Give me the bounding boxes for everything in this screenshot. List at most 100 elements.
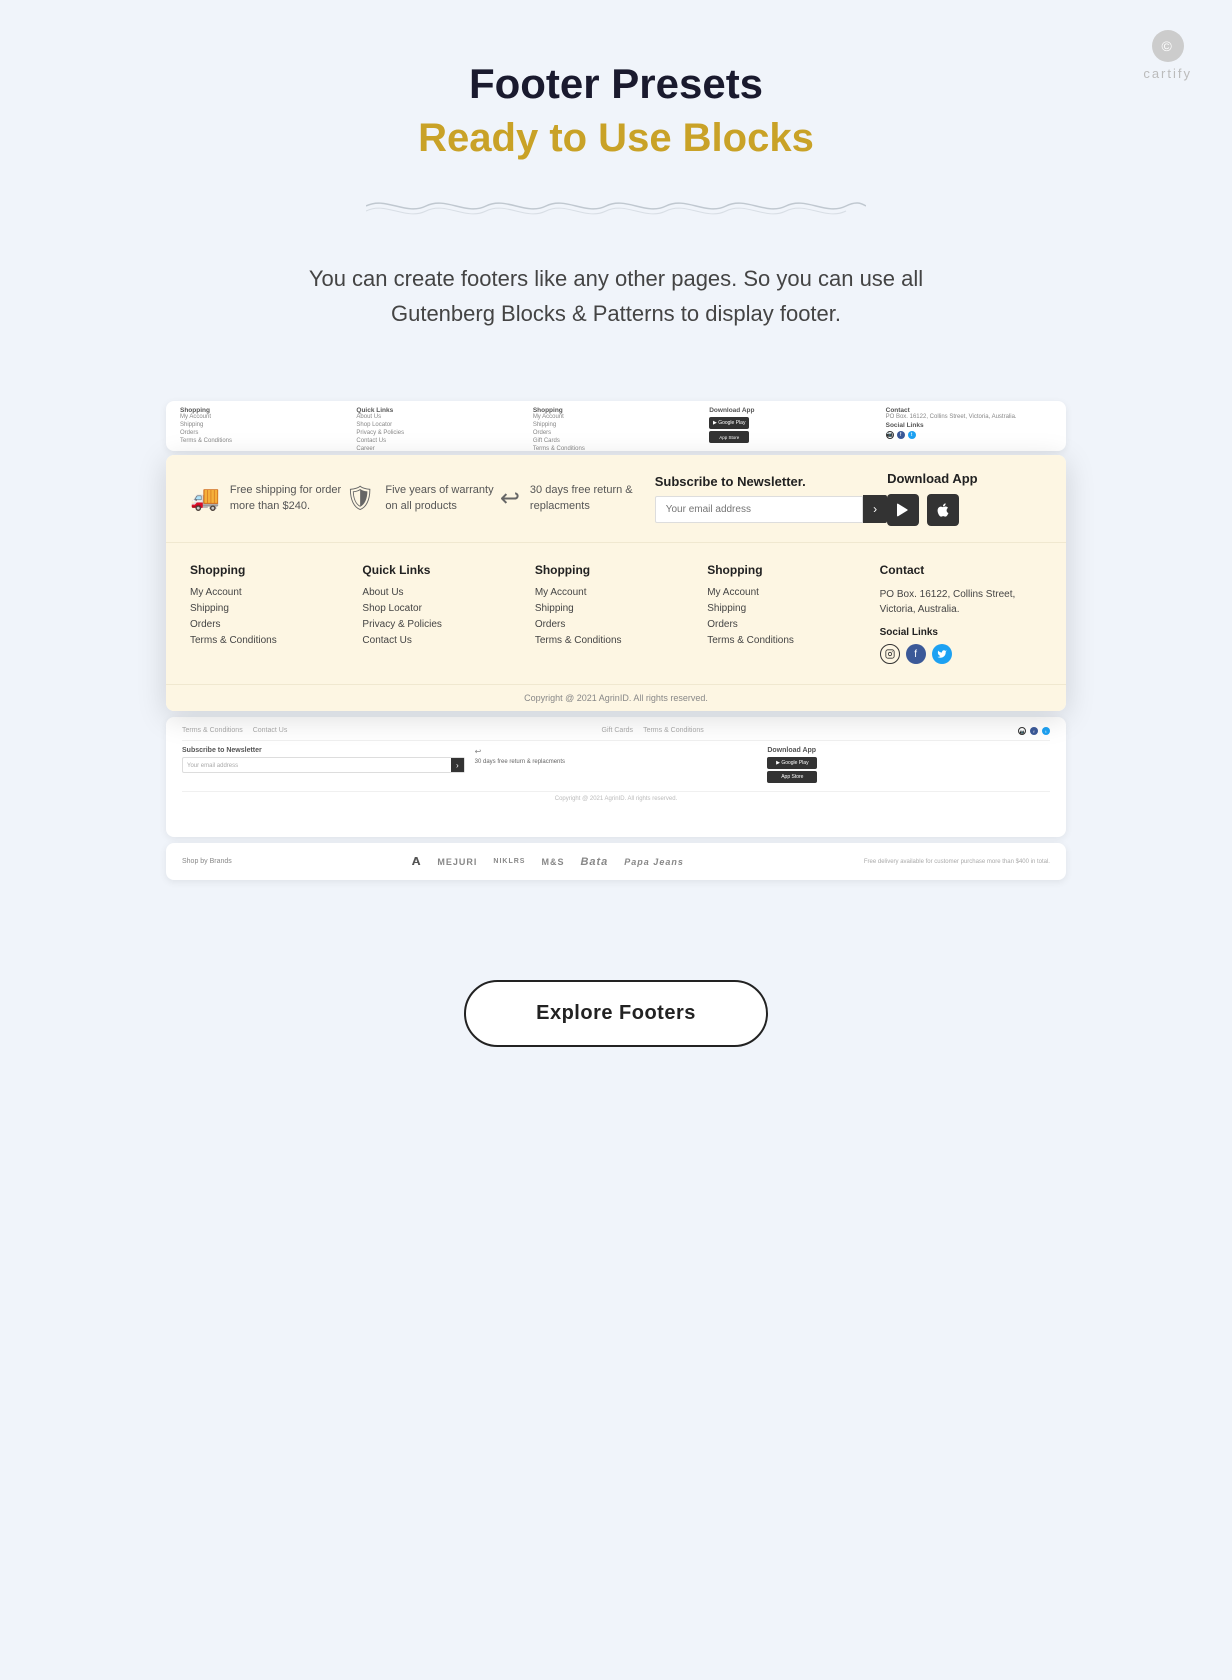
shipping-icon: 🚚 [190, 484, 220, 513]
newsletter-submit-btn[interactable]: › [863, 495, 887, 523]
benefit-return-text: 30 days free return & replacments [530, 483, 655, 514]
link-orders-2[interactable]: Orders [535, 619, 697, 630]
ios-badge[interactable] [927, 494, 959, 526]
mini-col-2: Quick Links About Us Shop Locator Privac… [356, 407, 522, 451]
warranty-icon: 🛡 [345, 484, 375, 513]
bottom-app-store-text: App Store [781, 774, 803, 780]
col-title-shopping-1: Shopping [190, 563, 352, 577]
mini-col-title-4: Download App [709, 407, 754, 414]
newsletter-label: Subscribe to Newsletter. [655, 474, 887, 489]
link-contact-us[interactable]: Contact Us [362, 635, 524, 646]
instagram-icon-mini: 📷 [886, 431, 894, 439]
twitter-icon[interactable] [932, 644, 952, 664]
mini-col-4: Download App ▶ Google Play App Store [709, 407, 875, 443]
explore-footers-button[interactable]: Explore Footers [464, 980, 768, 1047]
mini-col-title-2: Quick Links [356, 407, 393, 414]
shop-by-brands-label: Shop by Brands [182, 858, 232, 865]
mini-link-5: About Us [356, 414, 522, 420]
link-terms-3[interactable]: Terms & Conditions [707, 635, 869, 646]
col-title-contact: Contact [880, 563, 1042, 577]
bottom-return-icon: ↩ [475, 747, 758, 756]
footer-col-shopping-2: Shopping My Account Shipping Orders Term… [535, 563, 697, 664]
mini-col-5: Contact PO Box. 16122, Collins Street, V… [886, 407, 1052, 439]
mini-col-title-5: Contact [886, 407, 910, 414]
mini-link-9: Career [356, 446, 522, 451]
wave-divider [366, 191, 866, 221]
bottom-instagram: 📷 [1018, 727, 1026, 735]
return-icon: ↩ [500, 484, 520, 513]
benefit-return: ↩ 30 days free return & replacments [500, 483, 655, 514]
bottom-google-play-badge[interactable]: ▶ Google Play [767, 757, 817, 769]
link-my-account-2[interactable]: My Account [535, 587, 697, 598]
mini-link-14: Terms & Conditions [533, 446, 699, 451]
mini-col-3: Shopping My Account Shipping Orders Gift… [533, 407, 699, 451]
bottom-card-terms: Terms & Conditions [182, 727, 243, 735]
mini-link-6: Shop Locator [356, 422, 522, 428]
footer-col-quick-links: Quick Links About Us Shop Locator Privac… [362, 563, 524, 664]
brand-bata: Bata [580, 856, 608, 868]
link-shipping-3[interactable]: Shipping [707, 603, 869, 614]
mini-link-13: Gift Cards [533, 438, 699, 444]
bottom-card-social-icons: 📷 f t [1018, 727, 1050, 735]
bottom-facebook: f [1030, 727, 1038, 735]
link-shop-locator[interactable]: Shop Locator [362, 603, 524, 614]
bottom-return-text: 30 days free return & replacments [475, 759, 758, 765]
col-title-quick-links: Quick Links [362, 563, 524, 577]
link-terms-2[interactable]: Terms & Conditions [535, 635, 697, 646]
col-title-shopping-3: Shopping [707, 563, 869, 577]
newsletter-input-row[interactable]: › [655, 495, 887, 523]
facebook-icon[interactable]: f [906, 644, 926, 664]
mini-link-8: Contact Us [356, 438, 522, 444]
mini-link-11: Shipping [533, 422, 699, 428]
bottom-preview-card: Terms & Conditions Contact Us Gift Cards… [166, 717, 1066, 837]
footer-links-section: Shopping My Account Shipping Orders Term… [166, 543, 1066, 684]
copyright-bar: Copyright @ 2021 AgrinID. All rights res… [166, 684, 1066, 711]
preview-container: Shopping My Account Shipping Orders Term… [166, 401, 1066, 880]
col-title-shopping-2: Shopping [535, 563, 697, 577]
benefit-warranty-text: Five years of warranty on all products [385, 483, 499, 514]
link-shipping-2[interactable]: Shipping [535, 603, 697, 614]
mini-link-7: Privacy & Policies [356, 430, 522, 436]
benefit-shipping-text: Free shipping for order more than $240. [230, 483, 345, 514]
footer-col-shopping-1: Shopping My Account Shipping Orders Term… [190, 563, 352, 664]
benefits-bar: 🚚 Free shipping for order more than $240… [166, 455, 1066, 543]
link-my-account-1[interactable]: My Account [190, 587, 352, 598]
footer-col-contact: Contact PO Box. 16122, Collins Street, V… [880, 563, 1042, 664]
app-store-badge-small: App Store [719, 435, 739, 440]
brand-niklrs: NIKLRS [493, 858, 525, 865]
description: You can create footers like any other pa… [276, 261, 956, 331]
android-badge[interactable] [887, 494, 919, 526]
link-my-account-3[interactable]: My Account [707, 587, 869, 598]
brand-papa-jeans: Papa Jeans [624, 857, 684, 867]
logo-icon: © [1152, 30, 1184, 62]
bottom-subscribe-placeholder: Your email address [183, 758, 451, 772]
link-about-us[interactable]: About Us [362, 587, 524, 598]
link-orders-1[interactable]: Orders [190, 619, 352, 630]
mini-link-3: Orders [180, 430, 346, 436]
social-title-mini: Social Links [886, 422, 924, 429]
brand-logos: 𝗔 MEJURI NIKLRS M&S Bata Papa Jeans [412, 855, 684, 868]
bottom-subscribe-input-row[interactable]: Your email address › [182, 757, 465, 773]
bottom-twitter: t [1042, 727, 1050, 735]
twitter-icon-mini: t [908, 431, 916, 439]
mini-col-1: Shopping My Account Shipping Orders Term… [180, 407, 346, 446]
link-orders-3[interactable]: Orders [707, 619, 869, 630]
download-app-label: Download App [887, 471, 978, 486]
bottom-card-col-download: Download App ▶ Google Play App Store [767, 747, 1050, 783]
bottom-subscribe-btn[interactable]: › [451, 758, 464, 772]
bottom-app-store-badge[interactable]: App Store [767, 771, 817, 783]
newsletter-input[interactable] [655, 496, 863, 523]
free-delivery-notice: Free delivery available for customer pur… [864, 859, 1050, 865]
address-mini: PO Box. 16122, Collins Street, Victoria,… [886, 414, 1052, 420]
contact-address: PO Box. 16122, Collins Street, Victoria,… [880, 587, 1042, 617]
mini-link-2: Shipping [180, 422, 346, 428]
newsletter-section: Subscribe to Newsletter. › [655, 474, 887, 523]
facebook-icon-mini: f [897, 431, 905, 439]
bottom-card-col-30days: ↩ 30 days free return & replacments [475, 747, 758, 783]
link-shipping-1[interactable]: Shipping [190, 603, 352, 614]
link-privacy[interactable]: Privacy & Policies [362, 619, 524, 630]
link-terms-1[interactable]: Terms & Conditions [190, 635, 352, 646]
benefit-shipping: 🚚 Free shipping for order more than $240… [190, 483, 345, 514]
instagram-icon[interactable] [880, 644, 900, 664]
brands-card: Shop by Brands 𝗔 MEJURI NIKLRS M&S Bata … [166, 843, 1066, 880]
